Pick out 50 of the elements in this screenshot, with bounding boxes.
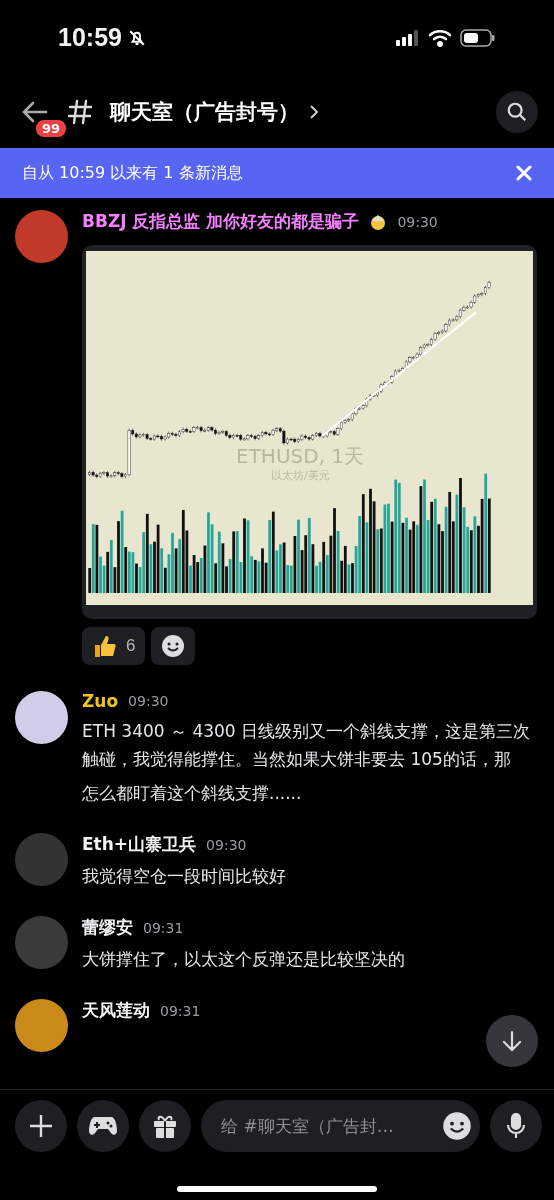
reaction-button[interactable]: 6 bbox=[82, 627, 146, 665]
thumbs-up-icon bbox=[92, 633, 118, 659]
add-reaction-button[interactable] bbox=[151, 627, 196, 665]
emoji-icon bbox=[369, 212, 388, 231]
message-time: 09:30 bbox=[206, 836, 247, 853]
scroll-down-button[interactable] bbox=[486, 1015, 538, 1067]
message-time: 09:31 bbox=[143, 919, 184, 936]
message-composer[interactable]: 给 #聊天室（广告封… bbox=[201, 1100, 480, 1152]
clock-time: 10:59 bbox=[58, 23, 122, 52]
smiley-icon[interactable] bbox=[442, 1111, 472, 1141]
author-name[interactable]: Zuo bbox=[82, 691, 119, 711]
battery-icon bbox=[460, 28, 496, 47]
search-icon bbox=[506, 100, 528, 123]
avatar[interactable] bbox=[15, 999, 68, 1052]
chevron-right-icon bbox=[309, 103, 319, 120]
message-text: 我觉得空仓一段时间比较好 bbox=[82, 865, 287, 888]
microphone-icon bbox=[506, 1113, 526, 1139]
author-name[interactable]: Eth+山寨卫兵 bbox=[82, 833, 197, 856]
down-arrow-icon bbox=[501, 1030, 523, 1052]
author-name[interactable]: BBZJ 反指总监 加你好友的都是骗子 bbox=[82, 210, 360, 233]
search-button[interactable] bbox=[496, 90, 538, 133]
banner-text: 自从 10:59 以来有 1 条新消息 bbox=[22, 162, 243, 184]
unread-count-badge: 99 bbox=[34, 117, 69, 139]
message-time: 09:30 bbox=[128, 693, 169, 709]
author-name[interactable]: 蕾缪安 bbox=[82, 916, 133, 939]
muted-bell-icon bbox=[127, 28, 146, 47]
author-name[interactable]: 天风莲动 bbox=[82, 999, 150, 1022]
gift-button[interactable] bbox=[139, 1100, 191, 1152]
voice-button[interactable] bbox=[490, 1100, 542, 1152]
smiley-icon bbox=[161, 634, 186, 658]
message-text: ETH 3400 ～ 4300 日线级别又一个斜线支撑，这是第三次触碰，我觉得能撑住。当然如果大饼非要去 105的话，那 bbox=[82, 720, 532, 771]
gamepad-icon bbox=[88, 1114, 118, 1138]
message-time: 09:31 bbox=[160, 1002, 201, 1019]
message-input-field[interactable]: 给 #聊天室（广告封… bbox=[219, 1115, 442, 1137]
gift-icon bbox=[152, 1113, 178, 1139]
avatar[interactable] bbox=[15, 691, 68, 744]
games-button[interactable] bbox=[77, 1100, 129, 1152]
wifi-icon bbox=[428, 28, 452, 47]
close-icon bbox=[516, 165, 532, 181]
plus-icon bbox=[29, 1114, 53, 1138]
channel-title[interactable]: 聊天室（广告封号） bbox=[110, 97, 319, 126]
close-button[interactable] bbox=[516, 165, 532, 181]
new-messages-banner[interactable]: 自从 10:59 以来有 1 条新消息 bbox=[0, 148, 554, 198]
message-time: 09:30 bbox=[397, 213, 438, 230]
signal-icon bbox=[396, 28, 420, 47]
hash-icon bbox=[68, 98, 92, 125]
message-text: 怎么都盯着这个斜线支撑...... bbox=[82, 782, 303, 805]
back-arrow-icon[interactable] bbox=[22, 100, 48, 123]
message-text: 大饼撑住了，以太这个反弹还是比较坚决的 bbox=[82, 948, 406, 971]
add-button[interactable] bbox=[15, 1100, 67, 1152]
